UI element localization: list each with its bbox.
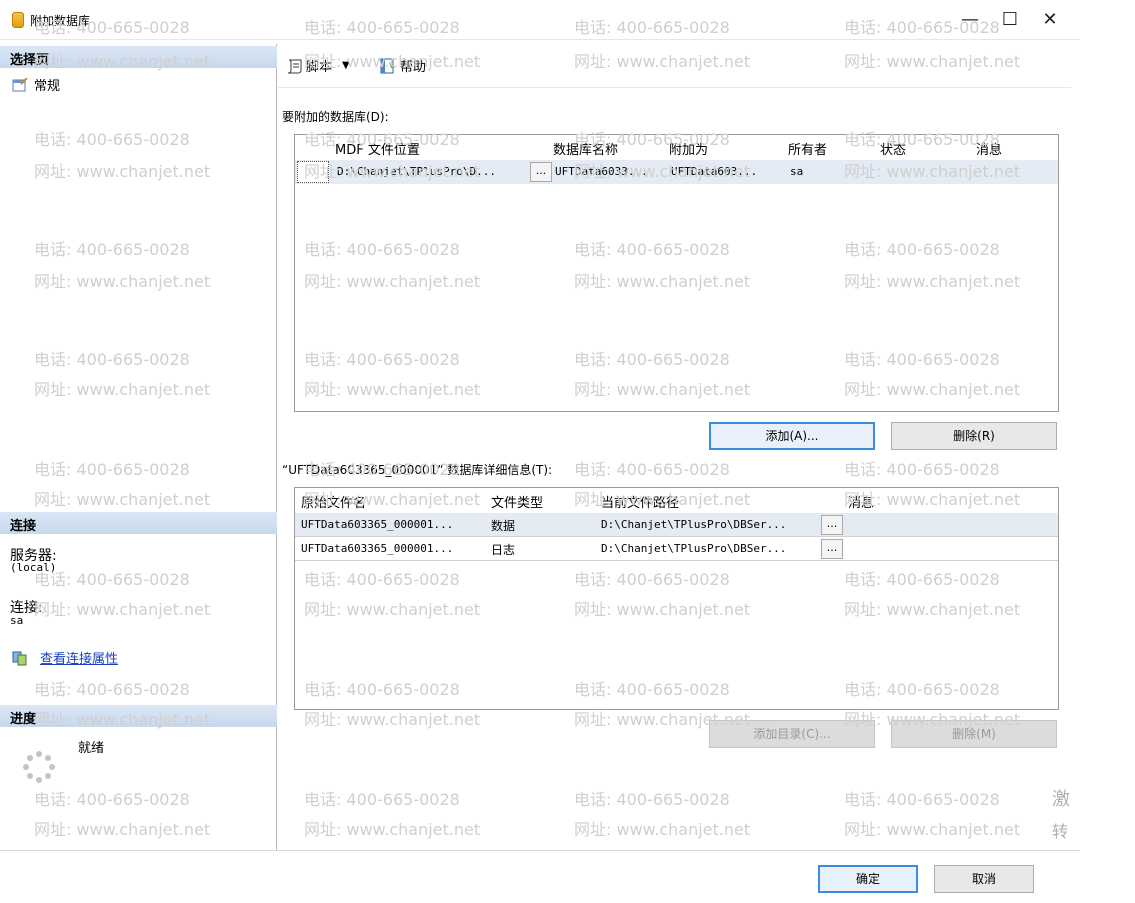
maximize-button[interactable]: ☐ (990, 4, 1030, 36)
window-title: 附加数据库 (30, 14, 91, 28)
cell-owner[interactable]: sa (790, 165, 803, 178)
browse-mdf-button[interactable]: ... (530, 162, 552, 182)
cell-dbname: UFTData6033... (555, 165, 648, 178)
ok-button[interactable]: 确定 (818, 865, 918, 893)
properties-icon (12, 77, 28, 91)
title-bar: 附加数据库 — ☐ ✕ (0, 0, 1080, 40)
help-icon (380, 58, 395, 73)
add-button[interactable]: 添加(A)... (709, 422, 875, 450)
cell-attach-as[interactable]: UFTData603... (671, 165, 757, 178)
row-selector[interactable] (297, 161, 329, 183)
view-connection-properties[interactable]: 查看连接属性 (12, 648, 118, 667)
connection-value: sa (10, 614, 24, 627)
close-button[interactable]: ✕ (1030, 4, 1070, 36)
view-connection-properties-link[interactable]: 查看连接属性 (40, 648, 118, 667)
col-file-type: 文件类型 (491, 496, 544, 511)
cell-name: UFTData603365_000001... (301, 518, 454, 531)
progress-spinner-icon (23, 751, 55, 783)
cell-path[interactable]: D:\Chanjet\TPlusPro\DBSer... (601, 518, 786, 531)
col-dbname: 数据库名称 (553, 143, 619, 158)
remove-catalog-button: 删除(M) (891, 720, 1057, 748)
script-icon (287, 59, 302, 73)
attach-grid[interactable]: MDF 文件位置 数据库名称 附加为 所有者 状态 消息 D:\Chanjet\… (294, 134, 1059, 412)
table-row[interactable]: D:\Chanjet\TPlusPro\D... ... UFTData6033… (295, 160, 1058, 184)
chevron-down-icon[interactable]: ▼ (342, 60, 350, 71)
left-panel: 选择页 常规 连接 服务器: (local) 连接: sa 查看连接属性 进度 … (0, 44, 277, 850)
details-label: “UFTData603365_000001” 数据库详细信息(T): (282, 463, 553, 477)
minimize-button[interactable]: — (950, 4, 990, 36)
col-status: 状态 (880, 143, 907, 158)
database-icon (12, 12, 24, 28)
browse-path-button[interactable]: ... (821, 539, 843, 559)
progress-status: 就绪 (78, 741, 105, 756)
help-button[interactable]: 帮助 (380, 56, 426, 75)
browse-path-button[interactable]: ... (821, 515, 843, 535)
remove-button[interactable]: 删除(R) (891, 422, 1057, 450)
col-attach-as: 附加为 (669, 143, 709, 158)
cell-type: 日志 (491, 543, 516, 557)
page-item-label: 常规 (34, 79, 61, 94)
script-button[interactable]: 脚本 ▼ (286, 56, 350, 75)
cancel-button[interactable]: 取消 (934, 865, 1034, 893)
col-owner: 所有者 (788, 143, 828, 158)
server-value: (local) (10, 561, 57, 574)
col-details-message: 消息 (848, 496, 875, 511)
cell-name: UFTData603365_000001... (301, 542, 454, 555)
connection-properties-icon (12, 651, 27, 665)
cell-path[interactable]: D:\Chanjet\TPlusPro\DBSer... (601, 542, 786, 555)
progress-header: 进度 (0, 705, 277, 727)
details-grid[interactable]: 原始文件名 文件类型 当前文件路径 消息 UFTData603365_00000… (294, 487, 1059, 710)
page-item-general[interactable]: 常规 (12, 75, 60, 94)
help-label: 帮助 (400, 60, 427, 75)
col-original-name: 原始文件名 (301, 496, 367, 511)
col-message: 消息 (976, 143, 1003, 158)
col-mdf: MDF 文件位置 (335, 143, 420, 158)
main-panel: 脚本 ▼ 帮助 要附加的数据库(D): MDF 文件位置 数据库名称 附加为 所… (278, 44, 1071, 850)
table-row[interactable]: UFTData603365_000001... 数据 D:\Chanjet\TP… (295, 513, 1058, 537)
cell-mdf: D:\Chanjet\TPlusPro\D... (337, 165, 496, 178)
cell-type: 数据 (491, 519, 516, 533)
script-label: 脚本 (306, 60, 333, 75)
select-page-header: 选择页 (0, 46, 277, 68)
toolbar: 脚本 ▼ 帮助 (278, 44, 1071, 88)
table-row[interactable]: UFTData603365_000001... 日志 D:\Chanjet\TP… (295, 537, 1058, 561)
attach-label: 要附加的数据库(D): (282, 110, 389, 124)
connection-header: 连接 (0, 512, 277, 534)
dialog-footer: 确定 取消 (0, 850, 1080, 902)
col-current-path: 当前文件路径 (601, 496, 680, 511)
add-catalog-button: 添加目录(C)... (709, 720, 875, 748)
